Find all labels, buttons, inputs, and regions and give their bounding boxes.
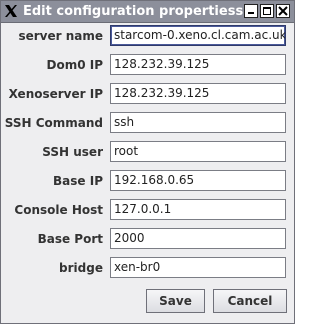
base-port-field[interactable]: 2000 bbox=[110, 228, 286, 249]
bridge-label: bridge bbox=[59, 261, 103, 275]
ssh-user-field[interactable]: root bbox=[110, 141, 286, 162]
dialog-window: Edit configuration propertiess server na… bbox=[0, 0, 295, 324]
minimize-icon[interactable] bbox=[244, 4, 258, 18]
window-title: Edit configuration propertiess bbox=[23, 4, 244, 19]
console-host-field[interactable]: 127.0.0.1 bbox=[110, 199, 286, 220]
title-bar[interactable]: Edit configuration propertiess bbox=[1, 1, 294, 23]
base-port-label: Base Port bbox=[37, 232, 103, 246]
dom0-ip-field[interactable]: 128.232.39.125 bbox=[110, 54, 286, 75]
ssh-command-label: SSH Command bbox=[4, 116, 103, 130]
form-row-ssh-command: SSH Command ssh bbox=[1, 111, 294, 135]
form-row-base-ip: Base IP 192.168.0.65 bbox=[1, 169, 294, 193]
form-row-ssh-user: SSH user root bbox=[1, 140, 294, 164]
server-name-field[interactable]: starcom-0.xeno.cl.cam.ac.uk bbox=[110, 25, 286, 46]
bridge-field[interactable]: xen-br0 bbox=[110, 257, 286, 278]
maximize-icon[interactable] bbox=[260, 4, 274, 18]
xenoserver-ip-field[interactable]: 128.232.39.125 bbox=[110, 83, 286, 104]
cancel-button[interactable]: Cancel bbox=[213, 289, 287, 313]
base-ip-label: Base IP bbox=[53, 174, 103, 188]
form-row-xenoserver-ip: Xenoserver IP 128.232.39.125 bbox=[1, 82, 294, 106]
x-app-icon[interactable] bbox=[3, 3, 19, 19]
form-row-bridge: bridge xen-br0 bbox=[1, 256, 294, 280]
form-row-dom0-ip: Dom0 IP 128.232.39.125 bbox=[1, 53, 294, 77]
xenoserver-ip-label: Xenoserver IP bbox=[8, 87, 103, 101]
ssh-command-field[interactable]: ssh bbox=[110, 112, 286, 133]
form-row-base-port: Base Port 2000 bbox=[1, 227, 294, 251]
form-row-console-host: Console Host 127.0.0.1 bbox=[1, 198, 294, 222]
console-host-label: Console Host bbox=[14, 203, 103, 217]
form-row-server-name: server name starcom-0.xeno.cl.cam.ac.uk bbox=[1, 24, 294, 48]
close-icon[interactable] bbox=[276, 4, 290, 18]
ssh-user-label: SSH user bbox=[42, 145, 103, 159]
dom0-ip-label: Dom0 IP bbox=[46, 58, 104, 72]
save-button[interactable]: Save bbox=[146, 289, 205, 313]
base-ip-field[interactable]: 192.168.0.65 bbox=[110, 170, 286, 191]
server-name-label: server name bbox=[18, 29, 103, 43]
